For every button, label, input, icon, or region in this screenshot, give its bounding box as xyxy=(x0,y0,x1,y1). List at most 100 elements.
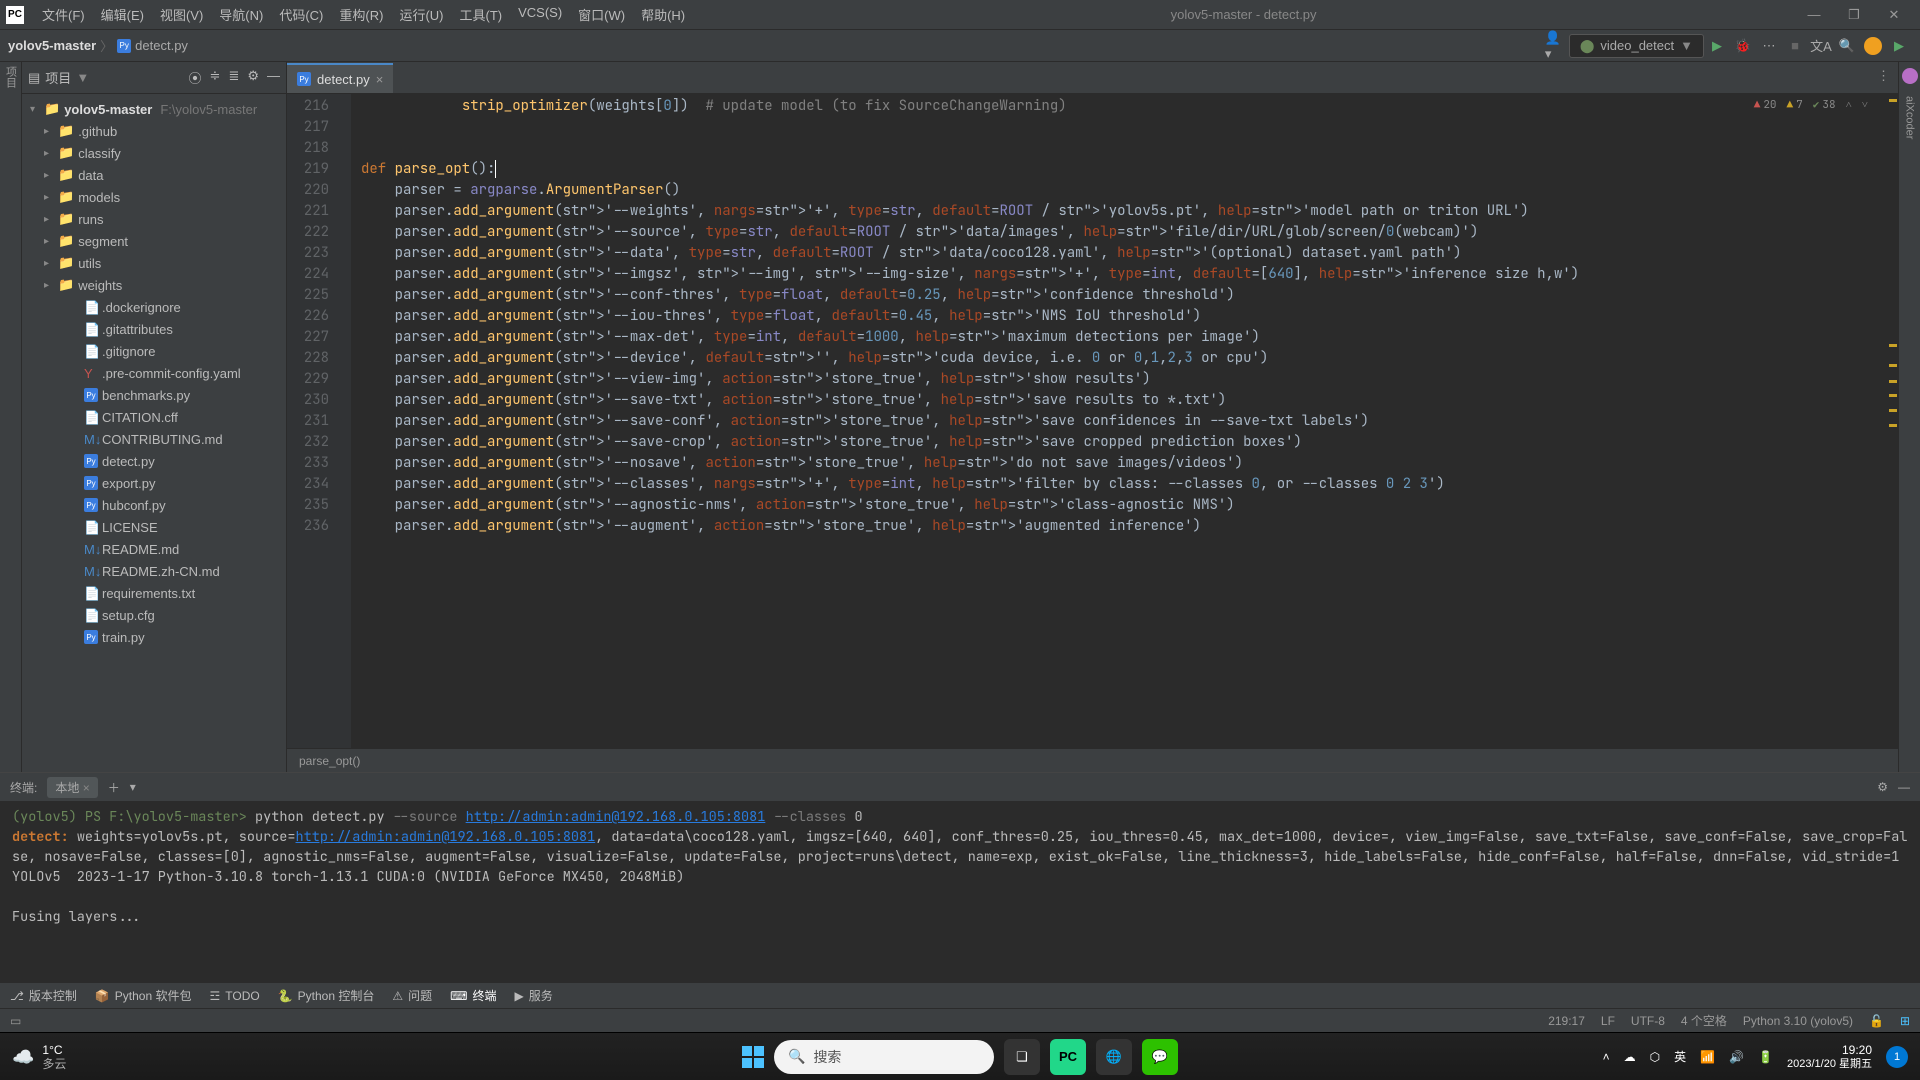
project-tree[interactable]: ▾📁 yolov5-master F:\yolov5-master ▸📁.git… xyxy=(22,94,286,772)
add-terminal-icon[interactable]: ＋ xyxy=(108,779,120,796)
tree-file[interactable]: Pydetect.py xyxy=(22,450,286,472)
tree-root[interactable]: ▾📁 yolov5-master F:\yolov5-master xyxy=(22,98,286,120)
collapse-all-icon[interactable]: ≣ xyxy=(228,68,239,87)
battery-icon[interactable]: 🔋 xyxy=(1758,1050,1773,1064)
indent-config[interactable]: 4 个空格 xyxy=(1681,1012,1727,1029)
error-stripe[interactable] xyxy=(1886,94,1898,748)
breadcrumb-file[interactable]: detect.py xyxy=(135,38,188,53)
menu-item[interactable]: VCS(S) xyxy=(510,5,570,24)
volume-icon[interactable]: 🔊 xyxy=(1729,1050,1744,1064)
menu-item[interactable]: 运行(U) xyxy=(391,5,451,24)
tree-folder[interactable]: ▸📁classify xyxy=(22,142,286,164)
bottom-tab[interactable]: ☲TODO xyxy=(210,987,260,1004)
breadcrumb-root[interactable]: yolov5-master xyxy=(8,38,96,53)
code-content[interactable]: strip_optimizer(weights[0]) # update mod… xyxy=(351,94,1898,748)
select-opened-icon[interactable]: ⦿ xyxy=(189,68,202,87)
grid-icon[interactable]: ⊞ xyxy=(1900,1014,1910,1028)
ime-indicator[interactable]: 英 xyxy=(1674,1048,1686,1065)
user-icon[interactable]: 👤▾ xyxy=(1545,35,1567,57)
wifi-icon[interactable]: 📶 xyxy=(1700,1050,1715,1064)
start-button[interactable] xyxy=(742,1046,764,1068)
notifications-icon[interactable]: 1 xyxy=(1886,1046,1908,1068)
bottom-tab[interactable]: ▶服务 xyxy=(515,987,553,1004)
avatar-icon[interactable] xyxy=(1862,35,1884,57)
translate-icon[interactable]: 文A xyxy=(1810,35,1832,57)
interpreter[interactable]: Python 3.10 (yolov5) xyxy=(1743,1014,1853,1028)
file-encoding[interactable]: UTF-8 xyxy=(1631,1014,1665,1028)
chevron-up-icon[interactable]: ˄ xyxy=(1846,98,1852,112)
aixcoder-avatar[interactable] xyxy=(1902,68,1918,84)
run-button[interactable]: ▶ xyxy=(1706,35,1728,57)
menu-item[interactable]: 编辑(E) xyxy=(93,5,152,24)
taskbar-search[interactable]: 🔍 搜索 xyxy=(774,1040,994,1074)
code-editor[interactable]: 2162172182192202212222232242252262272282… xyxy=(287,94,1898,748)
bottom-tab[interactable]: ⌨终端 xyxy=(450,987,496,1004)
menu-item[interactable]: 帮助(H) xyxy=(633,5,693,24)
project-tool-button[interactable]: 项目 xyxy=(3,66,19,88)
chrome-icon[interactable]: 🌐 xyxy=(1096,1039,1132,1075)
editor-tab-detect[interactable]: Py detect.py × xyxy=(287,63,393,93)
chevron-down-icon[interactable]: ˅ xyxy=(1862,98,1868,112)
tree-file[interactable]: Y.pre-commit-config.yaml xyxy=(22,362,286,384)
stop-button[interactable]: ■ xyxy=(1784,35,1806,57)
hide-icon[interactable]: — xyxy=(1898,780,1910,794)
code-with-me-icon[interactable]: ▶ xyxy=(1888,35,1910,57)
caret-position[interactable]: 219:17 xyxy=(1548,1014,1585,1028)
breadcrumb[interactable]: yolov5-master 〉 Py detect.py xyxy=(8,36,188,55)
tree-file[interactable]: M↓README.zh-CN.md xyxy=(22,560,286,582)
close-icon[interactable]: × xyxy=(83,781,90,795)
bottom-tab[interactable]: 📦Python 软件包 xyxy=(95,987,192,1004)
aixcoder-tool-button[interactable]: aiXcoder xyxy=(1904,96,1916,139)
menu-item[interactable]: 代码(C) xyxy=(271,5,331,24)
close-button[interactable]: ✕ xyxy=(1874,3,1914,27)
tree-folder[interactable]: ▸📁weights xyxy=(22,274,286,296)
menu-item[interactable]: 工具(T) xyxy=(451,5,510,24)
taskview-icon[interactable]: ❏ xyxy=(1004,1039,1040,1075)
maximize-button[interactable]: ❐ xyxy=(1834,3,1874,27)
tree-file[interactable]: 📄LICENSE xyxy=(22,516,286,538)
onedrive-icon[interactable]: ☁ xyxy=(1624,1050,1636,1064)
tree-folder[interactable]: ▸📁segment xyxy=(22,230,286,252)
tree-file[interactable]: Pyexport.py xyxy=(22,472,286,494)
tree-file[interactable]: Pyhubconf.py xyxy=(22,494,286,516)
tree-folder[interactable]: ▸📁data xyxy=(22,164,286,186)
pycharm-taskbar-icon[interactable]: PC xyxy=(1050,1039,1086,1075)
chevron-up-icon[interactable]: ˄ xyxy=(1603,1050,1610,1064)
terminal-tab-local[interactable]: 本地 × xyxy=(47,777,97,798)
tree-file[interactable]: Pytrain.py xyxy=(22,626,286,648)
system-tray[interactable]: ˄ ☁ ⬡ 英 📶 🔊 🔋 19:20 2023/1/20 星期五 1 xyxy=(1603,1043,1908,1071)
tree-file[interactable]: 📄CITATION.cff xyxy=(22,406,286,428)
settings-icon[interactable]: ⚙ xyxy=(247,68,259,87)
tree-file[interactable]: 📄.dockerignore xyxy=(22,296,286,318)
debug-button[interactable]: 🐞 xyxy=(1732,35,1754,57)
bottom-tab[interactable]: ⚠问题 xyxy=(392,987,432,1004)
menu-item[interactable]: 视图(V) xyxy=(152,5,211,24)
chevron-down-icon[interactable]: ▾ xyxy=(130,780,136,794)
editor-crumb-bar[interactable]: parse_opt() xyxy=(287,748,1898,772)
run-configuration-selector[interactable]: ⬤ video_detect ▼ xyxy=(1569,34,1704,58)
event-log-icon[interactable]: ▭ xyxy=(10,1014,21,1028)
expand-all-icon[interactable]: ≑ xyxy=(210,68,221,87)
menu-item[interactable]: 文件(F) xyxy=(34,5,93,24)
wechat-icon[interactable]: 💬 xyxy=(1142,1039,1178,1075)
tree-file[interactable]: Pybenchmarks.py xyxy=(22,384,286,406)
menu-item[interactable]: 窗口(W) xyxy=(570,5,633,24)
tree-file[interactable]: 📄setup.cfg xyxy=(22,604,286,626)
terminal-output[interactable]: (yolov5) PS F:\yolov5-master> python det… xyxy=(0,801,1920,982)
tree-folder[interactable]: ▸📁.github xyxy=(22,120,286,142)
tree-file[interactable]: M↓README.md xyxy=(22,538,286,560)
close-icon[interactable]: × xyxy=(376,72,384,87)
security-icon[interactable]: ⬡ xyxy=(1650,1050,1660,1064)
lock-icon[interactable]: 🔓 xyxy=(1869,1014,1884,1028)
bottom-tab[interactable]: 🐍Python 控制台 xyxy=(278,987,375,1004)
tree-folder[interactable]: ▸📁runs xyxy=(22,208,286,230)
search-icon[interactable]: 🔍 xyxy=(1836,35,1858,57)
weather-widget[interactable]: ☁️ 1°C多云 xyxy=(12,1043,66,1071)
settings-icon[interactable]: ⚙ xyxy=(1877,780,1888,794)
tab-actions-icon[interactable]: ⋮ xyxy=(1877,68,1890,84)
tree-file[interactable]: 📄requirements.txt xyxy=(22,582,286,604)
run-more-button[interactable]: ⋯ xyxy=(1758,35,1780,57)
tree-folder[interactable]: ▸📁utils xyxy=(22,252,286,274)
minimize-button[interactable]: — xyxy=(1794,3,1834,27)
line-separator[interactable]: LF xyxy=(1601,1014,1615,1028)
